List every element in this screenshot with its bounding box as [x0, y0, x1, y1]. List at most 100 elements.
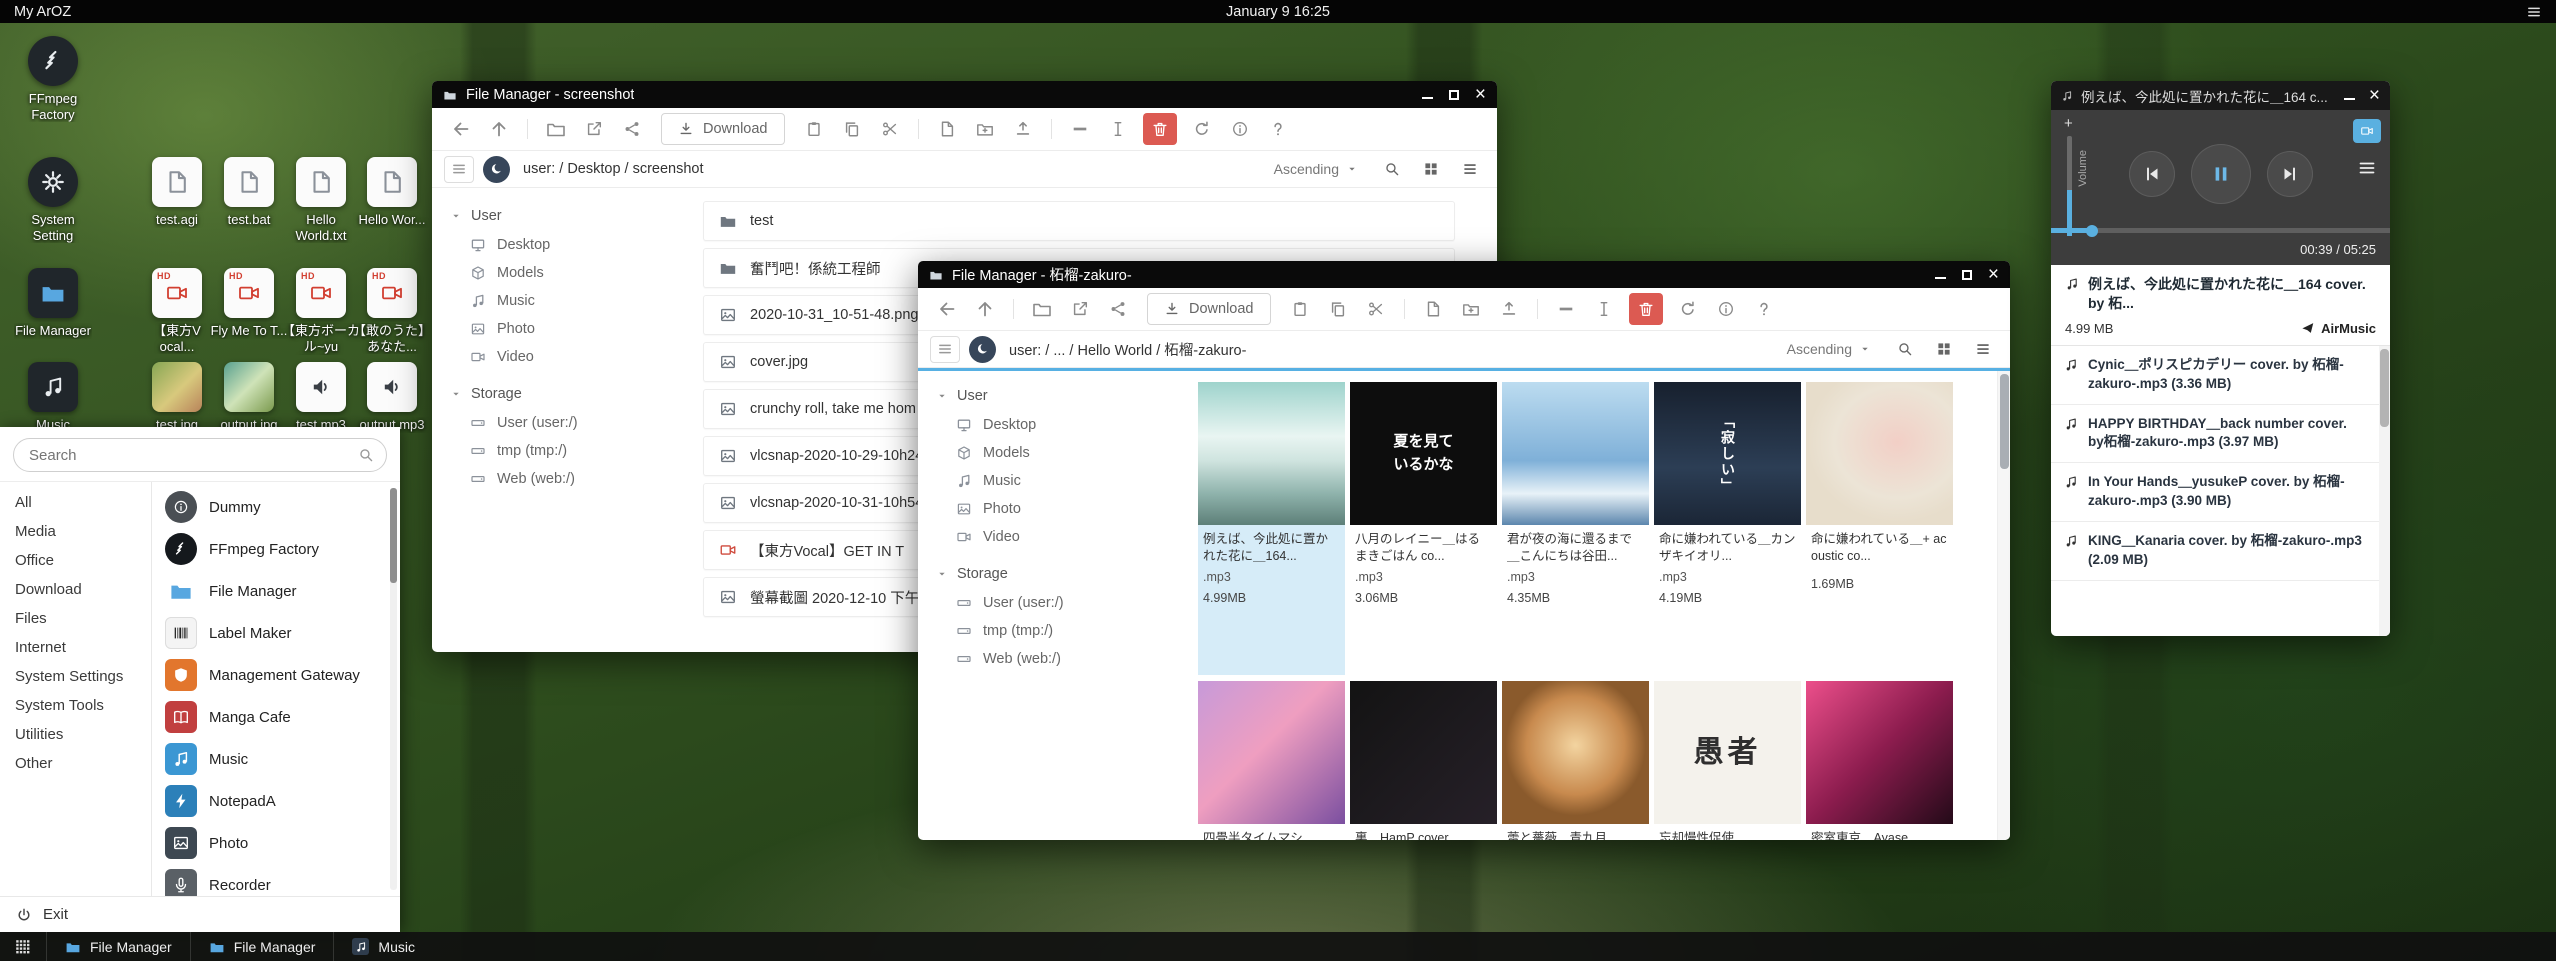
- help-button[interactable]: [1261, 113, 1295, 145]
- sidebar-item-tmp-drive[interactable]: tmp (tmp:/): [432, 437, 677, 465]
- category-download[interactable]: Download: [0, 575, 151, 604]
- sidebar-item-music[interactable]: Music: [918, 467, 1190, 495]
- upload-button[interactable]: [1492, 293, 1526, 325]
- minimize-button[interactable]: [1422, 91, 1433, 99]
- music-file-item[interactable]: 命に嫌われている＿+ acoustic co... 1.69MB: [1806, 382, 1953, 675]
- app-item-recorder[interactable]: Recorder: [152, 864, 400, 896]
- app-item-manga-cafe[interactable]: Manga Cafe: [152, 696, 400, 738]
- scrollbar[interactable]: [390, 488, 397, 890]
- music-file-item-selected[interactable]: 例えば、今此処に置かれた花に＿164... .mp3 4.99MB: [1198, 382, 1345, 675]
- sidebar-item-tmp-drive[interactable]: tmp (tmp:/): [918, 617, 1190, 645]
- category-office[interactable]: Office: [0, 546, 151, 575]
- search-button[interactable]: [1890, 336, 1920, 363]
- rename-button[interactable]: [1587, 293, 1621, 325]
- desktop-icon-music[interactable]: Music: [14, 362, 92, 433]
- sidebar-item-desktop[interactable]: Desktop: [918, 411, 1190, 439]
- search-input[interactable]: [13, 438, 387, 472]
- desktop-audio-output-mp3[interactable]: output.mp3: [353, 362, 431, 433]
- new-folder-button[interactable]: [968, 113, 1002, 145]
- volume-slider[interactable]: [2067, 136, 2072, 236]
- sidebar-item-photo[interactable]: Photo: [918, 495, 1190, 523]
- category-media[interactable]: Media: [0, 517, 151, 546]
- taskbar-item-file-manager-1[interactable]: File Manager: [46, 932, 190, 961]
- open-button[interactable]: [1025, 293, 1059, 325]
- open-button[interactable]: [539, 113, 573, 145]
- back-button[interactable]: [930, 293, 964, 325]
- menu-button[interactable]: [930, 336, 960, 363]
- copy-button[interactable]: [835, 113, 869, 145]
- back-button[interactable]: [444, 113, 478, 145]
- music-file-item[interactable]: 愚者 忘却慢性促使...: [1654, 681, 1801, 840]
- share-button[interactable]: [615, 113, 649, 145]
- scrollbar[interactable]: [2379, 346, 2390, 636]
- new-file-button[interactable]: [1416, 293, 1450, 325]
- category-utilities[interactable]: Utilities: [0, 720, 151, 749]
- next-button[interactable]: [2267, 151, 2313, 197]
- app-item-file-manager[interactable]: File Manager: [152, 570, 400, 612]
- help-button[interactable]: [1747, 293, 1781, 325]
- minimize-button[interactable]: [2344, 92, 2355, 100]
- category-files[interactable]: Files: [0, 604, 151, 633]
- music-file-item[interactable]: 四畳半タイムマシ...: [1198, 681, 1345, 840]
- taskbar-item-music[interactable]: Music: [333, 932, 433, 961]
- taskbar-item-file-manager-2[interactable]: File Manager: [190, 932, 334, 961]
- playlist-item[interactable]: HAPPY BIRTHDAY＿back number cover. by柘榴-z…: [2051, 405, 2390, 464]
- upload-button[interactable]: [1006, 113, 1040, 145]
- maximize-button[interactable]: [1962, 270, 1972, 280]
- share-button[interactable]: [1101, 293, 1135, 325]
- app-item-management-gateway[interactable]: Management Gateway: [152, 654, 400, 696]
- music-file-item[interactable]: 夏を見て いるかな 八月のレイニー＿はるまきごはん co... .mp3 3.0…: [1350, 382, 1497, 675]
- pause-button[interactable]: [2191, 144, 2251, 204]
- playlist-item[interactable]: KING＿Kanaria cover. by 柘榴-zakuro-.mp3 (2…: [2051, 522, 2390, 581]
- music-file-item[interactable]: 蕾と薔薇＿青九月...: [1502, 681, 1649, 840]
- grid-view-button[interactable]: [1929, 336, 1959, 363]
- sidebar-section-user[interactable]: User: [432, 201, 677, 231]
- desktop-file-hello-world-txt[interactable]: Hello World.txt: [282, 157, 360, 243]
- cut-button[interactable]: [1359, 293, 1393, 325]
- sidebar-item-user-drive[interactable]: User (user:/): [918, 589, 1190, 617]
- scrollbar-thumb[interactable]: [2000, 374, 2009, 469]
- breadcrumb[interactable]: user: / ... / Hello World / 柘榴-zakuro-: [1009, 339, 1246, 360]
- properties-button[interactable]: [1223, 113, 1257, 145]
- app-item-ffmpeg-factory[interactable]: FFmpeg Factory: [152, 528, 400, 570]
- minimize-button[interactable]: [1935, 271, 1946, 279]
- desktop-icon-ffmpeg-factory[interactable]: FFmpeg Factory: [14, 36, 92, 122]
- seek-handle[interactable]: [2086, 225, 2098, 237]
- desktop-icon-system-setting[interactable]: System Setting: [14, 157, 92, 243]
- category-all[interactable]: All: [0, 488, 151, 517]
- sort-dropdown[interactable]: Ascending: [1274, 161, 1358, 177]
- sidebar-item-user-drive[interactable]: User (user:/): [432, 409, 677, 437]
- desktop-video-touhou-yukimin[interactable]: HD 【東方ボーカル~yu kimin...: [282, 268, 360, 355]
- seek-bar[interactable]: [2051, 228, 2390, 233]
- category-other[interactable]: Other: [0, 749, 151, 778]
- desktop-image-output-jpg[interactable]: output.jpg: [210, 362, 288, 433]
- delete-button[interactable]: [1629, 293, 1663, 325]
- download-button[interactable]: Download: [1147, 293, 1271, 325]
- category-internet[interactable]: Internet: [0, 633, 151, 662]
- app-item-photo[interactable]: Photo: [152, 822, 400, 864]
- select-all-button[interactable]: [1063, 113, 1097, 145]
- paste-button[interactable]: [797, 113, 831, 145]
- search-button[interactable]: [1377, 156, 1407, 183]
- select-all-button[interactable]: [1549, 293, 1583, 325]
- window-titlebar[interactable]: File Manager - 柘榴-zakuro- ×: [918, 261, 2010, 288]
- app-launcher-button[interactable]: [0, 932, 46, 961]
- sidebar-item-models[interactable]: Models: [918, 439, 1190, 467]
- new-file-button[interactable]: [930, 113, 964, 145]
- theme-toggle-button[interactable]: [483, 156, 510, 183]
- sidebar-item-models[interactable]: Models: [432, 259, 677, 287]
- sort-dropdown[interactable]: Ascending: [1787, 341, 1871, 357]
- app-item-music[interactable]: Music: [152, 738, 400, 780]
- theme-toggle-button[interactable]: [969, 336, 996, 363]
- desktop-file-hello-world-2[interactable]: Hello Wor...: [353, 157, 431, 228]
- delete-button[interactable]: [1143, 113, 1177, 145]
- scrollbar-thumb[interactable]: [390, 488, 397, 583]
- sidebar-item-music[interactable]: Music: [432, 287, 677, 315]
- refresh-button[interactable]: [1185, 113, 1219, 145]
- category-system-settings[interactable]: System Settings: [0, 662, 151, 691]
- close-button[interactable]: ×: [1475, 89, 1486, 101]
- sidebar-item-desktop[interactable]: Desktop: [432, 231, 677, 259]
- close-button[interactable]: ×: [1988, 269, 1999, 281]
- scrollbar[interactable]: [1997, 368, 2010, 840]
- previous-button[interactable]: [2129, 151, 2175, 197]
